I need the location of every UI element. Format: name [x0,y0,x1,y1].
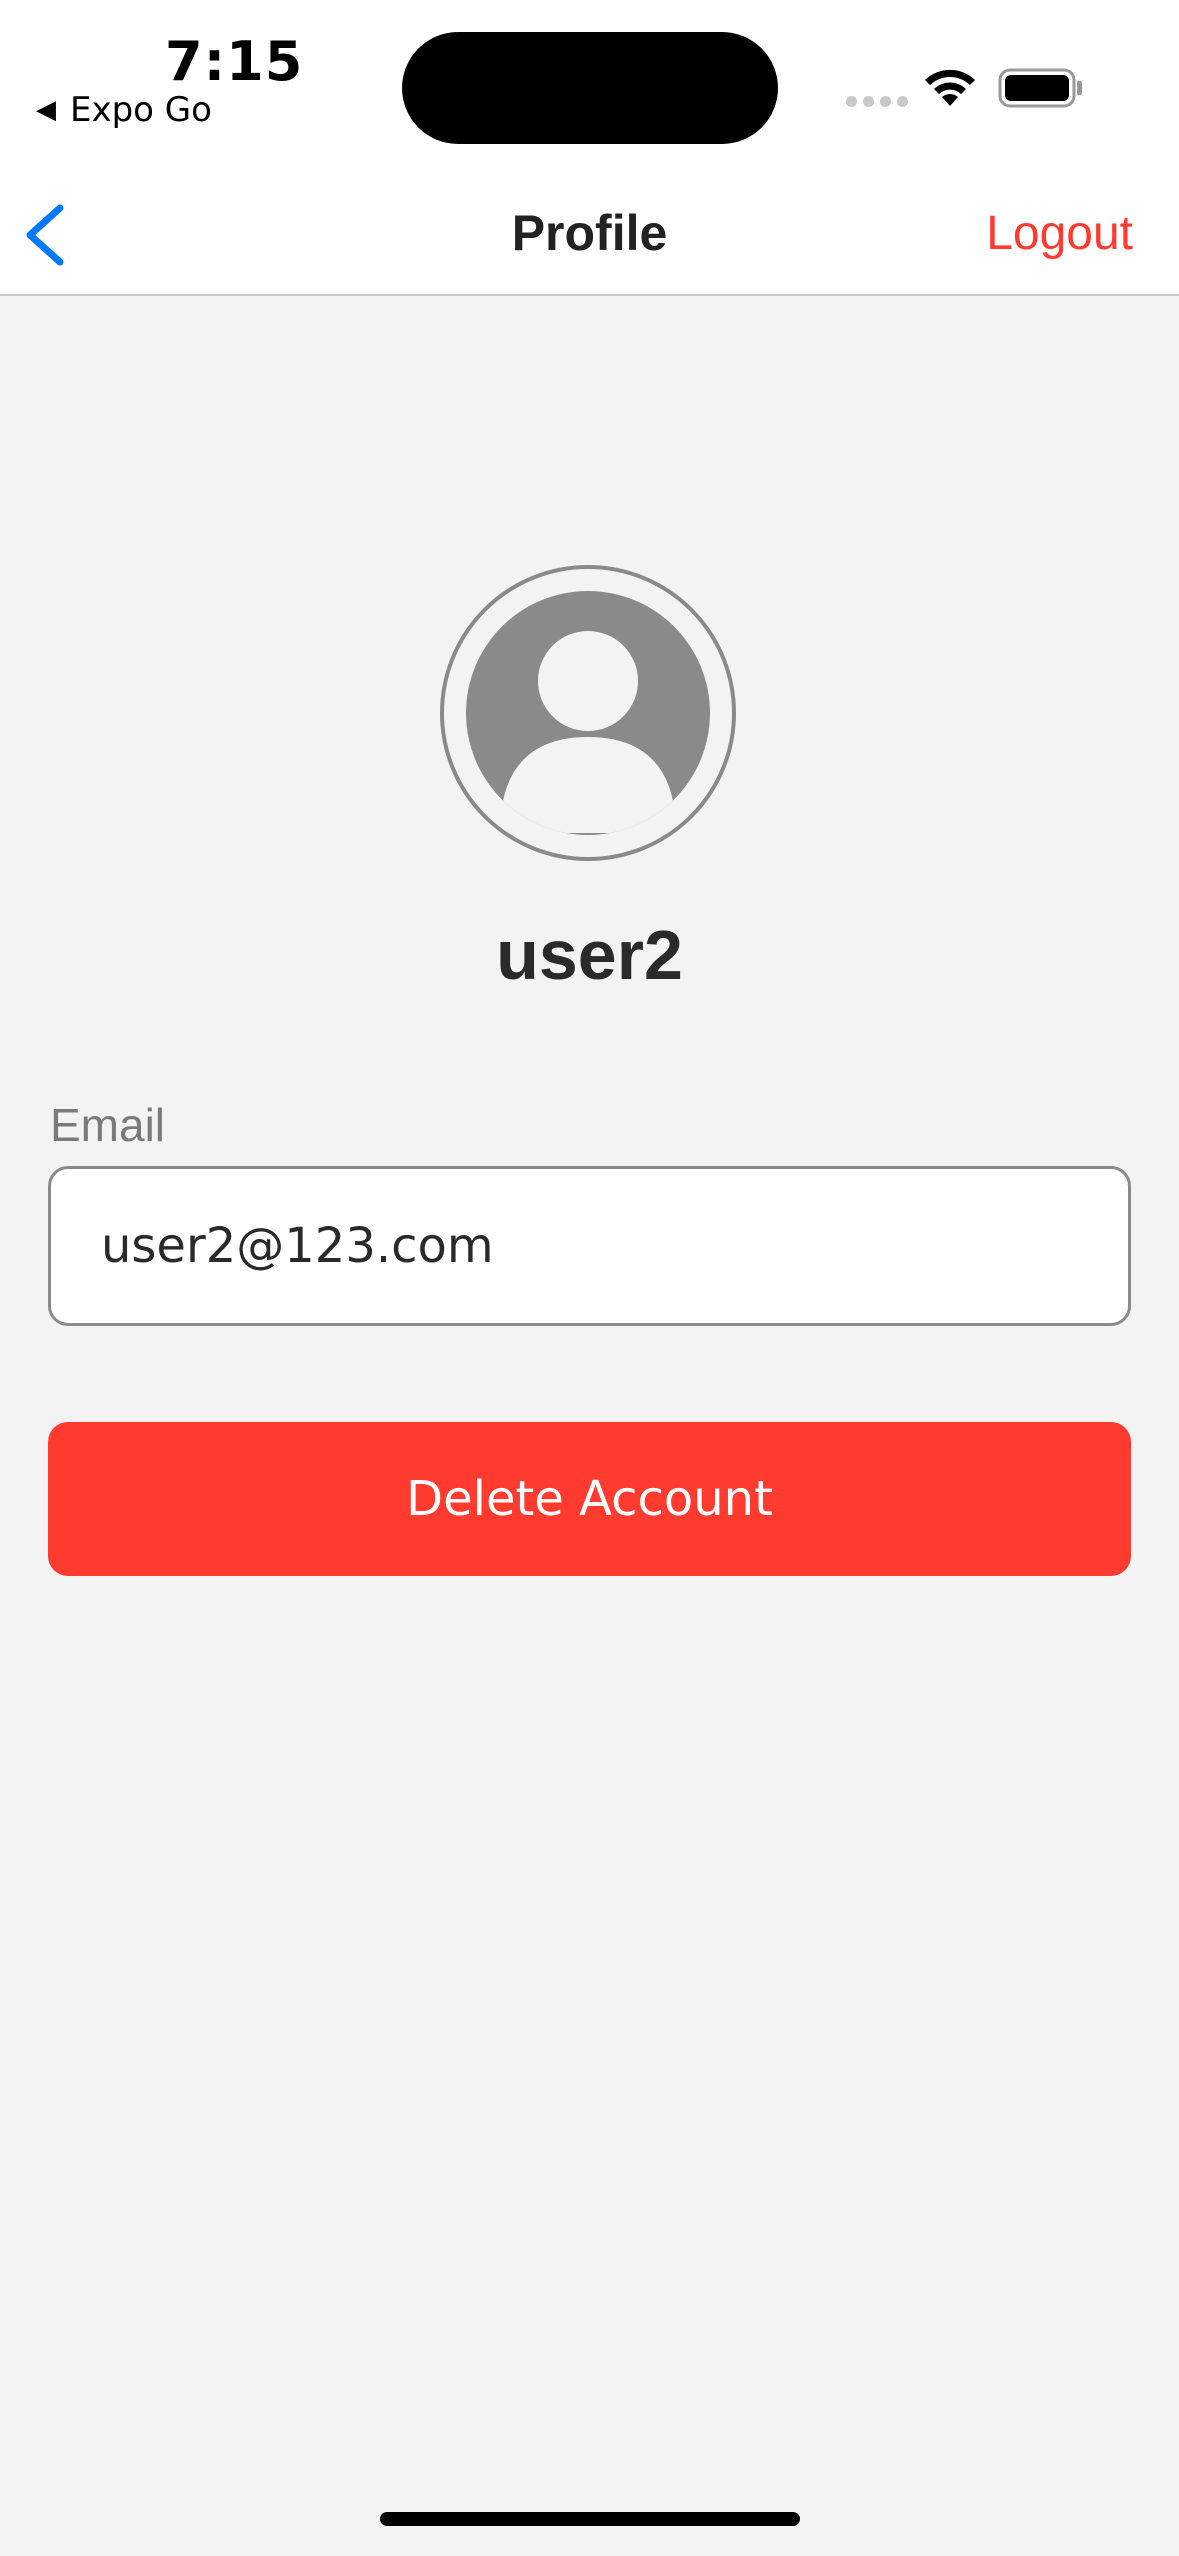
cellular-signal-icon [846,96,908,107]
wifi-icon [925,69,975,106]
back-to-app-link[interactable]: ◀ Expo Go [36,90,212,130]
back-triangle-icon: ◀ [36,95,56,125]
email-field[interactable]: user2@123.com [48,1166,1131,1326]
avatar [440,565,736,861]
email-label: Email [50,1099,166,1151]
user-avatar-icon [466,591,710,835]
status-bar: 7:15 ◀ Expo Go [0,0,1179,170]
email-value: user2@123.com [101,1218,494,1274]
home-indicator [380,2512,800,2526]
navigation-bar: Profile Logout [0,170,1179,296]
back-app-label: Expo Go [70,90,212,130]
profile-username: user2 [496,916,683,994]
delete-account-button[interactable]: Delete Account [48,1422,1131,1576]
status-time: 7:15 [165,30,304,93]
battery-icon [998,68,1082,108]
logout-button[interactable]: Logout [986,206,1133,261]
dynamic-island [402,32,778,144]
